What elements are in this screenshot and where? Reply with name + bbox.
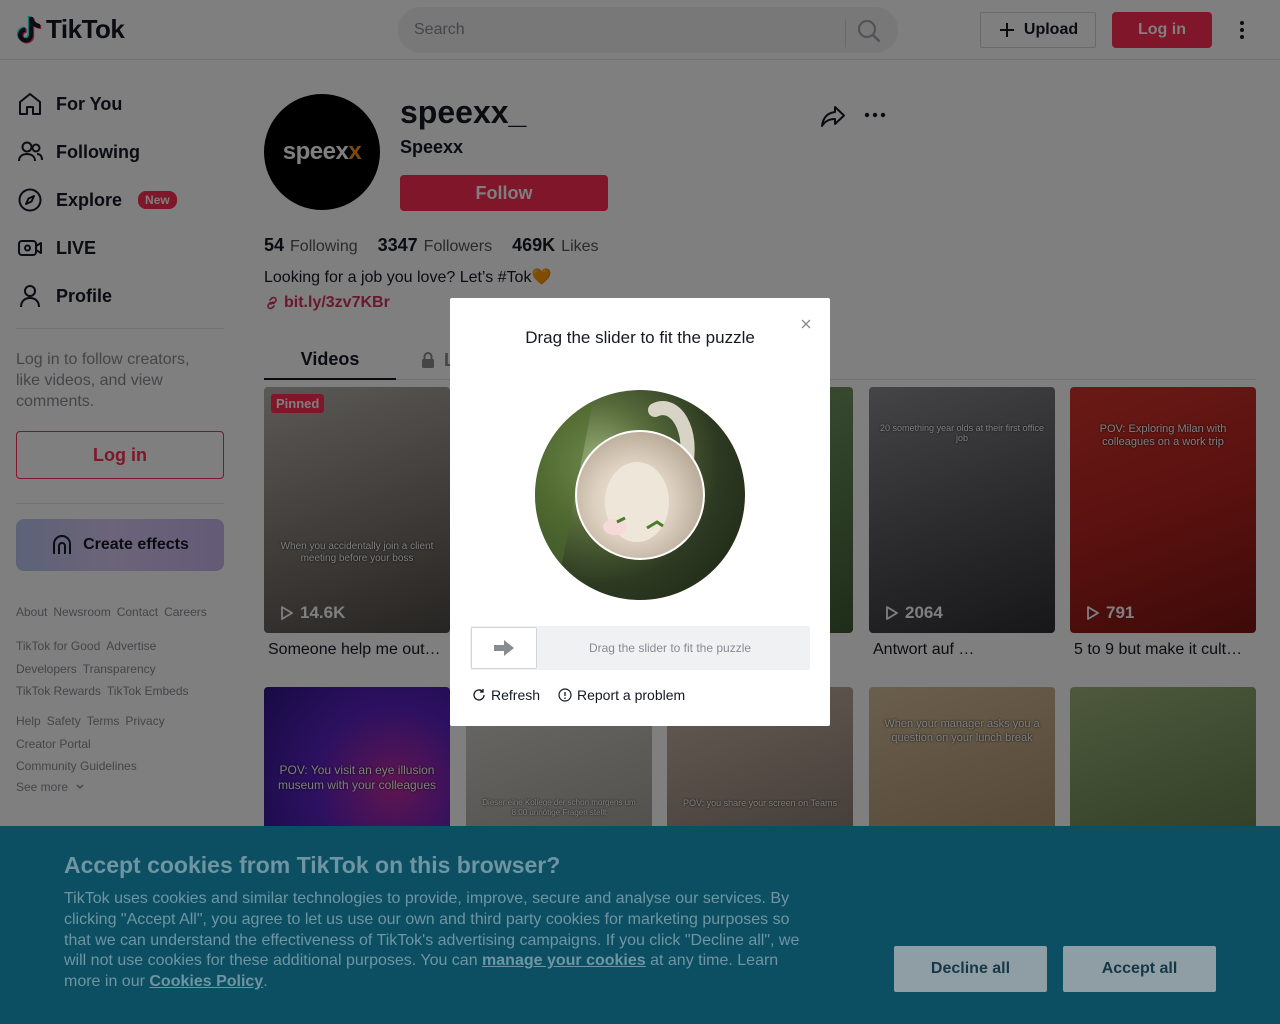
captcha-report-button[interactable]: Report a problem xyxy=(558,687,685,703)
close-icon[interactable] xyxy=(799,317,813,331)
refresh-label: Refresh xyxy=(491,687,541,703)
cookie-banner: Accept cookies from TikTok on this brows… xyxy=(0,826,1280,1024)
captcha-rotating-piece xyxy=(575,430,705,560)
info-icon xyxy=(558,688,572,702)
cookies-policy-link[interactable]: Cookies Policy xyxy=(149,973,263,990)
captcha-title: Drag the slider to fit the puzzle xyxy=(525,328,755,347)
puzzle-piece-art xyxy=(603,462,669,542)
report-label: Report a problem xyxy=(577,687,686,703)
captcha-refresh-button[interactable]: Refresh xyxy=(472,687,540,703)
cookie-description: TikTok uses cookies and similar technolo… xyxy=(64,889,814,993)
arrow-right-icon xyxy=(494,640,514,656)
decline-all-button[interactable]: Decline all xyxy=(894,946,1047,992)
captcha-slider-track: Drag the slider to fit the puzzle xyxy=(470,626,810,670)
refresh-icon xyxy=(473,689,485,701)
accept-all-button[interactable]: Accept all xyxy=(1063,946,1216,992)
cookie-title: Accept cookies from TikTok on this brows… xyxy=(64,852,561,878)
captcha-slider-handle[interactable] xyxy=(471,627,537,669)
cookie-text-part: . xyxy=(263,973,268,991)
captcha-modal: Drag the slider to fit the puzzle Drag t… xyxy=(450,298,830,726)
manage-cookies-link[interactable]: manage your cookies xyxy=(482,952,646,969)
slider-hint-text: Drag the slider to fit the puzzle xyxy=(588,641,752,655)
